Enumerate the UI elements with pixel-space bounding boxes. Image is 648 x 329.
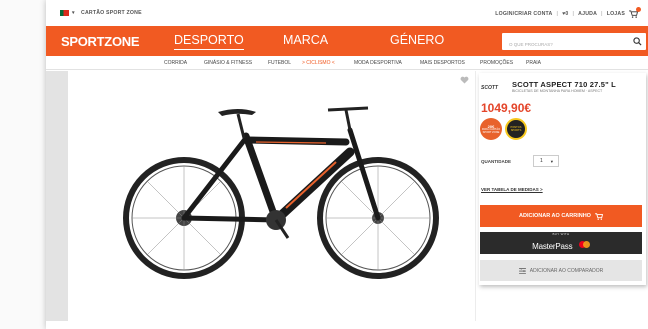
utility-links: LOGIN/CRIAR CONTA | ♥0 | AJUDA | LOJAS xyxy=(495,7,641,18)
club-discount-badge: 20€ PARA CARTÃO SPORT ZONE xyxy=(480,118,502,140)
category-subnav: CORRIDA GINÁSIO & FITNESS FUTEBOL > CICL… xyxy=(46,56,648,70)
search-box xyxy=(502,33,646,53)
sportzone-logo[interactable]: SPORTZONE xyxy=(61,34,140,49)
main-nav: SPORTZONE DESPORTO MARCA GÉNERO xyxy=(46,26,648,56)
heart-icon[interactable] xyxy=(460,76,469,84)
nav-genero[interactable]: GÉNERO xyxy=(390,33,444,47)
badge-line: SPORT ZONE xyxy=(482,130,500,134)
add-to-compare-button[interactable]: ADICIONAR AO COMPARADOR xyxy=(480,260,642,281)
size-chart-link[interactable]: VER TABELA DE MEDIDAS > xyxy=(481,187,543,192)
login-link[interactable]: LOGIN/CRIAR CONTA xyxy=(495,11,552,17)
help-link[interactable]: AJUDA xyxy=(578,11,597,17)
portugal-flag-icon[interactable] xyxy=(60,10,69,16)
scott-brand-logo[interactable]: SCOTT xyxy=(481,85,498,91)
search-icon[interactable] xyxy=(633,37,642,46)
product-title: SCOTT ASPECT 710 27.5" L xyxy=(512,80,616,89)
nav-desporto[interactable]: DESPORTO xyxy=(174,33,244,50)
subnav-praia[interactable]: PRAIA xyxy=(526,60,541,66)
cart-count-badge xyxy=(636,7,641,12)
product-info-panel: SCOTT SCOTT ASPECT 710 27.5" L BICICLETA… xyxy=(479,73,646,285)
utility-bar: ▾ CARTÃO SPORT ZONE LOGIN/CRIAR CONTA | … xyxy=(46,6,648,24)
divider: | xyxy=(572,11,575,17)
stores-link[interactable]: LOJAS xyxy=(607,11,625,17)
badge-line: SPORTS xyxy=(510,129,522,132)
cart-icon xyxy=(595,212,603,220)
divider: | xyxy=(601,11,603,17)
page-left-margin xyxy=(0,0,46,329)
club-card-link[interactable]: CARTÃO SPORT ZONE xyxy=(81,10,142,16)
subnav-ciclismo[interactable]: > CICLISMO < xyxy=(302,60,335,66)
page-frame: ▾ CARTÃO SPORT ZONE LOGIN/CRIAR CONTA | … xyxy=(46,0,648,329)
masterpass-name: MasterPass xyxy=(532,242,573,251)
subnav-ginasio-fitness[interactable]: GINÁSIO & FITNESS xyxy=(204,60,252,66)
subnav-mais-desportos[interactable]: MAIS DESPORTOS xyxy=(420,60,465,66)
product-price: 1049,90€ xyxy=(481,101,532,115)
quantity-select[interactable]: 1 ▾ xyxy=(533,155,559,167)
subnav-promocoes[interactable]: PROMOÇÕES xyxy=(480,60,513,66)
logo-zone: ZONE xyxy=(104,34,140,49)
product-subtitle: BICICLETAS DE MONTANHA PARA HOMEM · ASPE… xyxy=(512,89,603,93)
subnav-moda-desportiva[interactable]: MODA DESPORTIVA xyxy=(354,60,402,66)
logo-sport: SPORT xyxy=(61,34,105,49)
compare-label: ADICIONAR AO COMPARADOR xyxy=(529,267,604,274)
add-to-cart-button[interactable]: ADICIONAR AO CARRINHO xyxy=(480,205,642,227)
points-badge: PONTOS SPORTS xyxy=(505,118,527,140)
nav-marca[interactable]: MARCA xyxy=(283,33,328,47)
masterpass-button[interactable]: BUY WITH MasterPass xyxy=(480,232,642,254)
subnav-futebol[interactable]: FUTEBOL xyxy=(268,60,291,66)
gallery-strip xyxy=(46,71,68,321)
add-to-cart-label: ADICIONAR AO CARRINHO xyxy=(519,213,591,219)
product-bike-image[interactable] xyxy=(106,100,456,280)
quantity-value: 1 xyxy=(540,158,543,164)
chevron-down-icon[interactable]: ▾ xyxy=(72,10,75,16)
compare-icon xyxy=(518,267,526,274)
subnav-corrida[interactable]: CORRIDA xyxy=(164,60,187,66)
divider: | xyxy=(556,11,559,17)
quantity-label: QUANTIDADE xyxy=(481,159,511,164)
cart-icon[interactable] xyxy=(629,7,641,18)
wishlist-link[interactable]: ♥0 xyxy=(562,11,568,17)
chevron-down-icon: ▾ xyxy=(550,159,553,164)
search-input[interactable] xyxy=(502,36,622,53)
mastercard-icon xyxy=(578,241,590,249)
